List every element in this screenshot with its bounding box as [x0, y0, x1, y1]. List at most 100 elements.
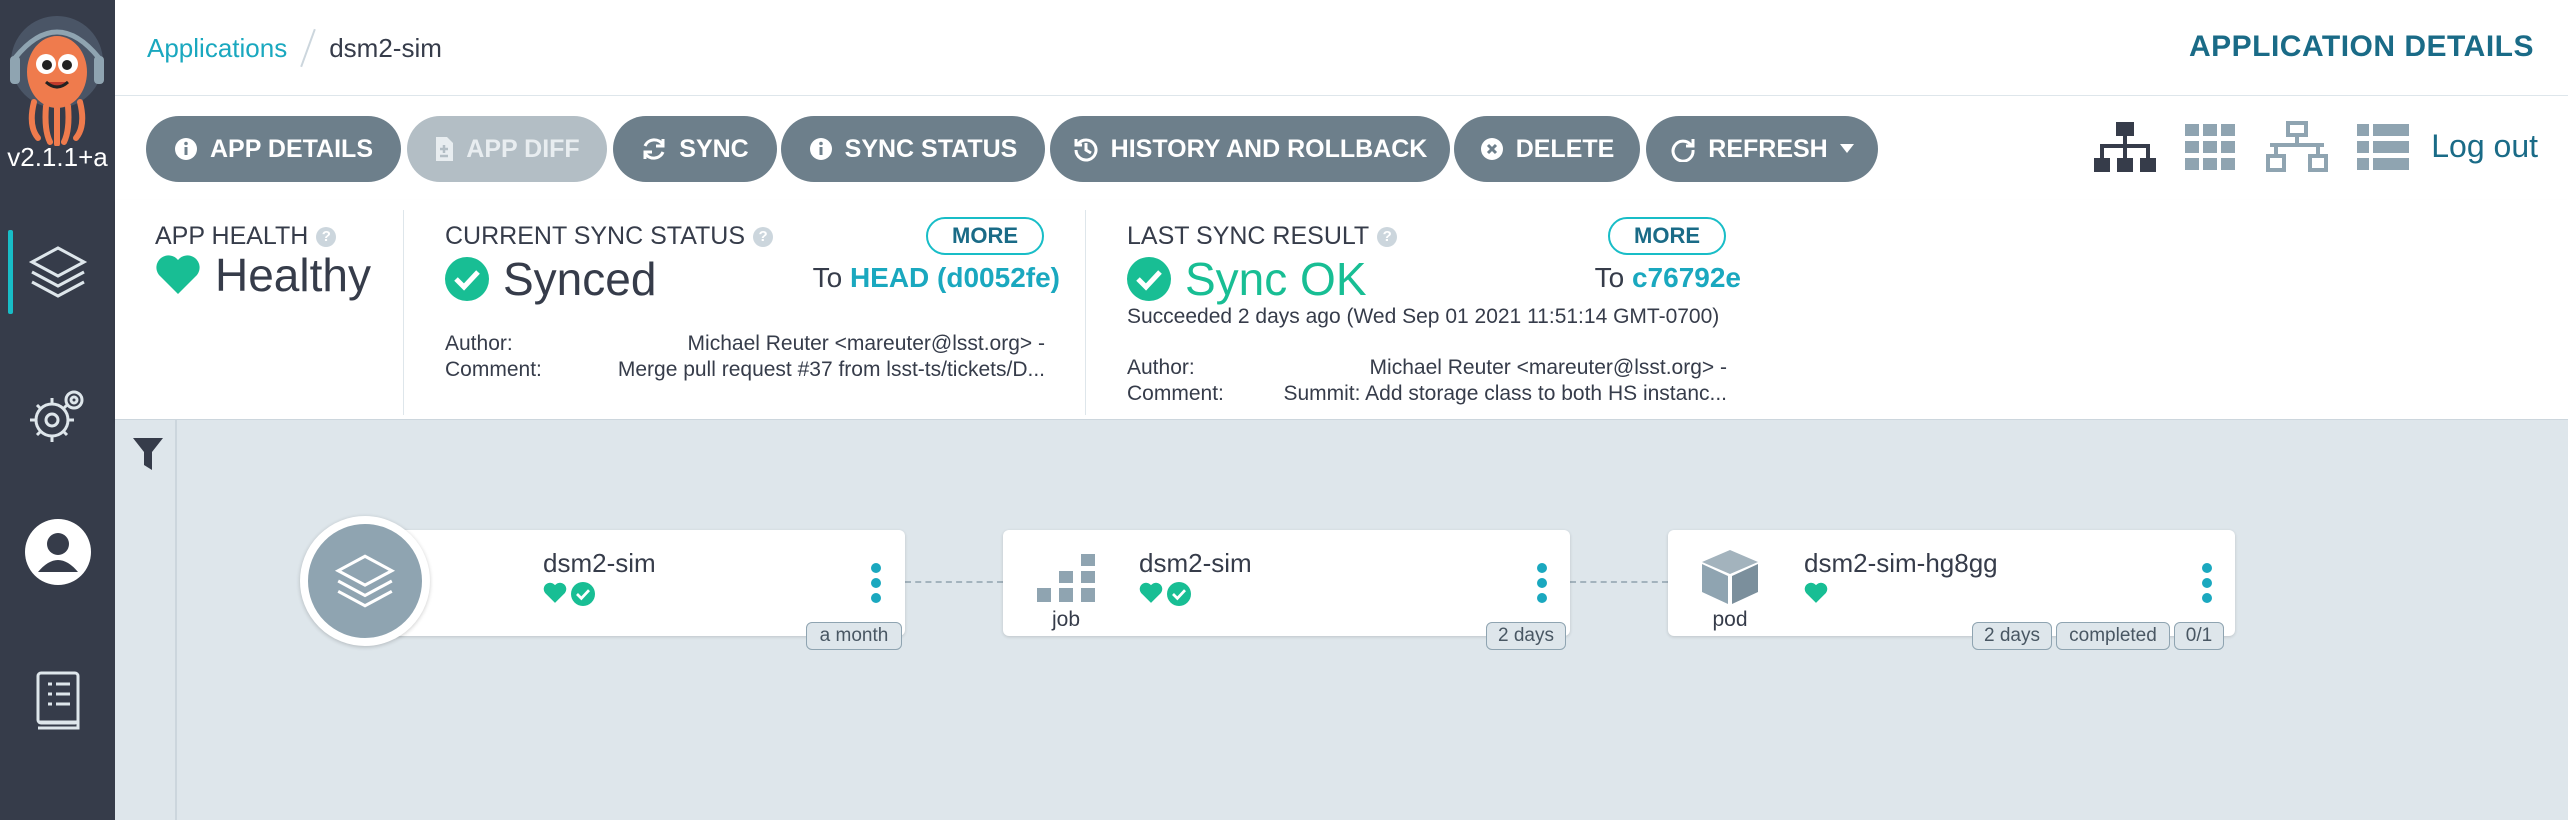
app-health-title-text: APP HEALTH	[155, 222, 309, 250]
gears-icon	[29, 390, 83, 442]
breadcrumb: Applications dsm2-sim	[147, 28, 442, 68]
app-details-button[interactable]: APP DETAILS	[146, 116, 401, 182]
node-menu-button[interactable]	[2200, 563, 2214, 603]
pods-view-button[interactable]	[2185, 124, 2235, 175]
refresh-label: REFRESH	[1708, 134, 1828, 163]
page-title: APPLICATION DETAILS	[2188, 30, 2534, 63]
pod-cube-icon	[1702, 550, 1758, 604]
refresh-button[interactable]: REFRESH	[1646, 116, 1878, 182]
th-list-icon	[2357, 124, 2409, 170]
node-phase-tag: completed	[2056, 622, 2170, 650]
application-icon-circle[interactable]	[300, 516, 430, 646]
sidebar-item-applications[interactable]	[0, 220, 115, 324]
node-age-tag: 2 days	[1972, 622, 2052, 650]
author-value: Michael Reuter <mareuter@lsst.org> -	[687, 332, 1045, 355]
last-sync-more-button[interactable]: MORE	[1608, 217, 1726, 255]
heart-icon	[1139, 582, 1163, 603]
history-rollback-label: HISTORY AND ROLLBACK	[1110, 134, 1428, 163]
last-sync-author-row: Author: Michael Reuter <mareuter@lsst.or…	[1127, 356, 1727, 380]
last-sync-target: To c76792e	[1595, 262, 1741, 294]
sync-status-value: Synced	[503, 253, 657, 305]
logout-link[interactable]: Log out	[2431, 128, 2538, 165]
node-kind-label: pod	[1712, 608, 1748, 631]
revision-link[interactable]: c76792e	[1632, 262, 1741, 293]
sidebar-item-user-info[interactable]	[0, 500, 115, 604]
last-sync-comment-row: Comment: Summit: Add storage class to bo…	[1127, 382, 1727, 406]
info-icon	[809, 138, 832, 160]
node-age-tag: 2 days	[1486, 622, 1566, 650]
revision-link[interactable]: HEAD (d0052fe)	[850, 262, 1060, 293]
resource-graph[interactable]: dsm2-sim a month job dsm2-sim 2 days pod…	[115, 420, 2568, 820]
delete-button[interactable]: DELETE	[1454, 116, 1640, 182]
last-sync-value: Sync OK	[1185, 253, 1367, 305]
times-circle-icon	[1480, 138, 1503, 160]
toolbar: APP DETAILS APP DIFF SYNC SYNC STATUS HI…	[115, 96, 2568, 200]
heart-icon	[1804, 582, 1828, 603]
node-menu-button[interactable]	[869, 563, 883, 603]
sidebar-item-settings[interactable]	[0, 364, 115, 468]
graph-node-pod[interactable]: pod dsm2-sim-hg8gg 2 days completed 0/1	[1668, 530, 2235, 650]
question-icon[interactable]: ?	[1377, 226, 1398, 247]
status-panel: APP HEALTH ? Healthy CURRENT SYNC STATUS…	[115, 200, 2568, 420]
network-icon	[2266, 121, 2328, 172]
comment-value: Summit: Add storage class to both HS ins…	[1283, 382, 1727, 405]
node-name: dsm2-sim-hg8gg	[1804, 548, 1998, 578]
history-rollback-button[interactable]: HISTORY AND ROLLBACK	[1050, 116, 1450, 182]
graph-node-application[interactable]: dsm2-sim a month	[365, 530, 905, 650]
book-icon	[36, 671, 79, 730]
check-circle-icon	[571, 582, 595, 606]
last-sync-title-text: LAST SYNC RESULT	[1127, 222, 1370, 250]
tree-view-button[interactable]	[2094, 120, 2156, 179]
node-menu-button[interactable]	[1535, 563, 1549, 603]
panel-divider	[403, 210, 404, 415]
sync-status-target: To HEAD (d0052fe)	[813, 262, 1060, 294]
app-diff-button[interactable]: APP DIFF	[407, 116, 607, 182]
breadcrumb-applications-link[interactable]: Applications	[147, 33, 287, 64]
history-icon	[1074, 138, 1098, 162]
info-icon	[175, 138, 197, 160]
th-icon	[2185, 124, 2235, 170]
app-health-title: APP HEALTH ?	[155, 222, 337, 251]
argo-logo[interactable]	[8, 14, 106, 147]
node-status-icons	[543, 582, 595, 606]
layers-icon	[334, 554, 396, 608]
node-ready-tag: 0/1	[2174, 622, 2224, 650]
sync-status: Synced	[445, 252, 656, 306]
sync-status-more-button[interactable]: MORE	[926, 217, 1044, 255]
author-value: Michael Reuter <mareuter@lsst.org> -	[1369, 356, 1727, 379]
sync-status-label: SYNC STATUS	[844, 134, 1018, 163]
node-age-tag: a month	[806, 622, 902, 650]
author-label: Author:	[445, 332, 513, 355]
question-icon[interactable]: ?	[753, 226, 774, 247]
current-sync-status-panel: CURRENT SYNC STATUS ? MORE Synced To HEA…	[445, 200, 1165, 420]
sidebar: v2.1.1+a	[0, 0, 115, 820]
graph-edge	[905, 581, 1003, 583]
sync-author-row: Author: Michael Reuter <mareuter@lsst.or…	[445, 332, 1045, 356]
health-status: Healthy	[155, 248, 371, 302]
heart-icon	[543, 582, 567, 603]
sync-status-title: CURRENT SYNC STATUS ?	[445, 222, 774, 251]
list-view-button[interactable]	[2357, 124, 2409, 175]
app-diff-label: APP DIFF	[466, 134, 580, 163]
node-status-icons	[1139, 582, 1191, 606]
app-health-panel: APP HEALTH ? Healthy	[155, 200, 395, 420]
breadcrumb-separator	[300, 28, 316, 68]
sync-status-button[interactable]: SYNC STATUS	[781, 116, 1045, 182]
network-view-button[interactable]	[2266, 120, 2328, 179]
last-sync-title: LAST SYNC RESULT ?	[1127, 222, 1398, 251]
to-prefix: To	[812, 262, 843, 293]
sitemap-icon	[2094, 122, 2156, 172]
layers-icon	[28, 246, 87, 298]
graph-node-job[interactable]: job dsm2-sim 2 days	[1003, 530, 1570, 650]
to-prefix: To	[1594, 262, 1625, 293]
sync-button[interactable]: SYNC	[613, 116, 777, 182]
version-label: v2.1.1+a	[7, 142, 108, 172]
health-value: Healthy	[215, 249, 371, 301]
heart-icon	[156, 255, 200, 294]
question-icon[interactable]: ?	[316, 226, 337, 247]
sidebar-item-documentation[interactable]	[0, 648, 115, 752]
check-circle-icon	[1127, 257, 1171, 301]
comment-value: Merge pull request #37 from lsst-ts/tick…	[617, 358, 1045, 381]
filter-icon[interactable]	[133, 438, 163, 472]
sync-icon	[643, 138, 665, 160]
